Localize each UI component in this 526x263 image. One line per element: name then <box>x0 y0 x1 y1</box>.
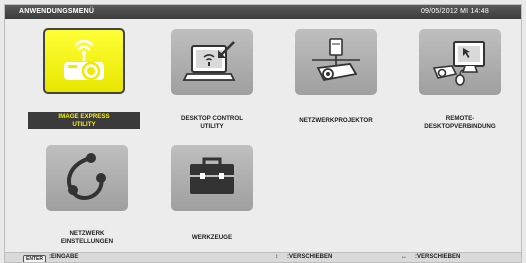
tile-label-netzwerkprojektor: NETZWERKPROJEKTOR <box>299 117 373 124</box>
tile-label-desktop-control: DESKTOP CONTROL UTILITY <box>181 115 243 130</box>
tile-label-werkzeuge: WERKZEUGE <box>191 234 233 241</box>
tile-remote-desktopverbindung[interactable] <box>419 29 501 95</box>
date-time: 09/05/2012 MI 14:48 <box>420 8 489 15</box>
tile-netzwerk-einstellungen[interactable] <box>46 145 128 211</box>
tile-label-netzwerk-einstellungen: NETZWERK EINSTELLUNGEN <box>60 230 114 245</box>
network-settings-icon <box>67 153 106 200</box>
application-menu-window: ANWENDUNGSMENÜ 09/05/2012 MI 14:48 IMAGE… <box>4 4 522 263</box>
tile-label-image-express: IMAGE EXPRESS UTILITY <box>28 112 140 129</box>
tile-image-express-utility[interactable] <box>43 28 125 94</box>
tile-label-remote-desktop: REMOTE- DESKTOPVERBINDUNG <box>424 115 496 130</box>
tile-werkzeuge[interactable] <box>171 145 253 211</box>
enter-hint: :EINGABE <box>49 254 79 260</box>
updown-arrow-icon: ↕ <box>275 254 278 260</box>
window-title: ANWENDUNGSMENÜ <box>19 8 95 15</box>
tile-netzwerkprojektor[interactable] <box>295 29 377 95</box>
leftright-arrow-icon: ↔ <box>401 254 407 260</box>
move-hint-horizontal: :VERSCHIEBEN <box>415 254 461 260</box>
move-hint-vertical: :VERSCHIEBEN <box>287 254 333 260</box>
remote-desktop-icon <box>432 41 485 86</box>
toolbox-icon <box>190 157 234 194</box>
laptop-wireless-icon <box>182 41 236 81</box>
footer-hint-bar: ENTER :EINGABE ↕ :VERSCHIEBEN ↔ :VERSCHI… <box>5 252 521 262</box>
tile-desktop-control-utility[interactable] <box>171 29 253 95</box>
network-projector-icon <box>312 38 360 82</box>
title-bar: ANWENDUNGSMENÜ 09/05/2012 MI 14:48 <box>5 5 521 19</box>
wireless-projector-icon <box>64 39 104 81</box>
